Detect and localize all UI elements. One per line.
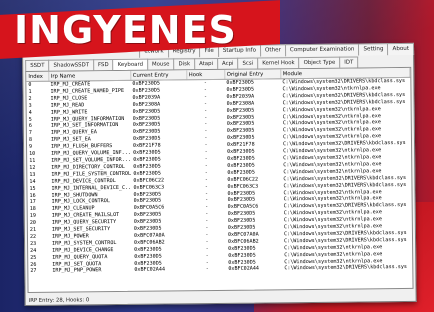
table-cell: IRP_MJ_PNP_POWER xyxy=(52,267,102,275)
table-cell: 0xBFC02A44 xyxy=(134,266,166,274)
banner: INGYENES xyxy=(0,0,434,60)
app-window: etwork Registry File Startup Info Other Compu… xyxy=(22,42,417,306)
table-cell: - xyxy=(205,266,209,273)
column-header[interactable]: Current Entry xyxy=(130,70,187,81)
table-cell: IRP_MJ_CREATE_NAMED_PIPE xyxy=(50,87,125,95)
table-cell: 0xBFC02A44 xyxy=(228,265,260,273)
banner-text: INGYENES xyxy=(14,8,237,52)
column-header[interactable]: Hook xyxy=(186,69,225,80)
irp-list[interactable]: Index Irp Name Current Entry Hook Original E… xyxy=(25,66,414,293)
column-header[interactable]: Index xyxy=(26,71,49,82)
table-cell: IRP_MJ_INTERNAL_DEVICE_C... xyxy=(51,184,132,192)
table-body: 0 IRP_MJ_CREATE 0xBF230D5-0xBF230D5 C:\Wind… xyxy=(26,77,412,275)
table-cell: 27 xyxy=(30,268,37,275)
table-cell: C:\Windows\system32\DRIVERS\kbdclass.sys xyxy=(284,264,408,272)
status-bar: IRP Entry: 28, Hooks: 0 xyxy=(28,297,90,304)
irp-table: Index Irp Name Current Entry Hook Original E… xyxy=(26,67,412,275)
table-cell: IRP_MJ_FILE_SYSTEM_CONTROL xyxy=(51,170,132,178)
column-header[interactable]: Original Entry xyxy=(224,69,281,80)
table-cell: C:\Windows\system32\DRIVERS\kbdclass.sys xyxy=(283,181,407,189)
